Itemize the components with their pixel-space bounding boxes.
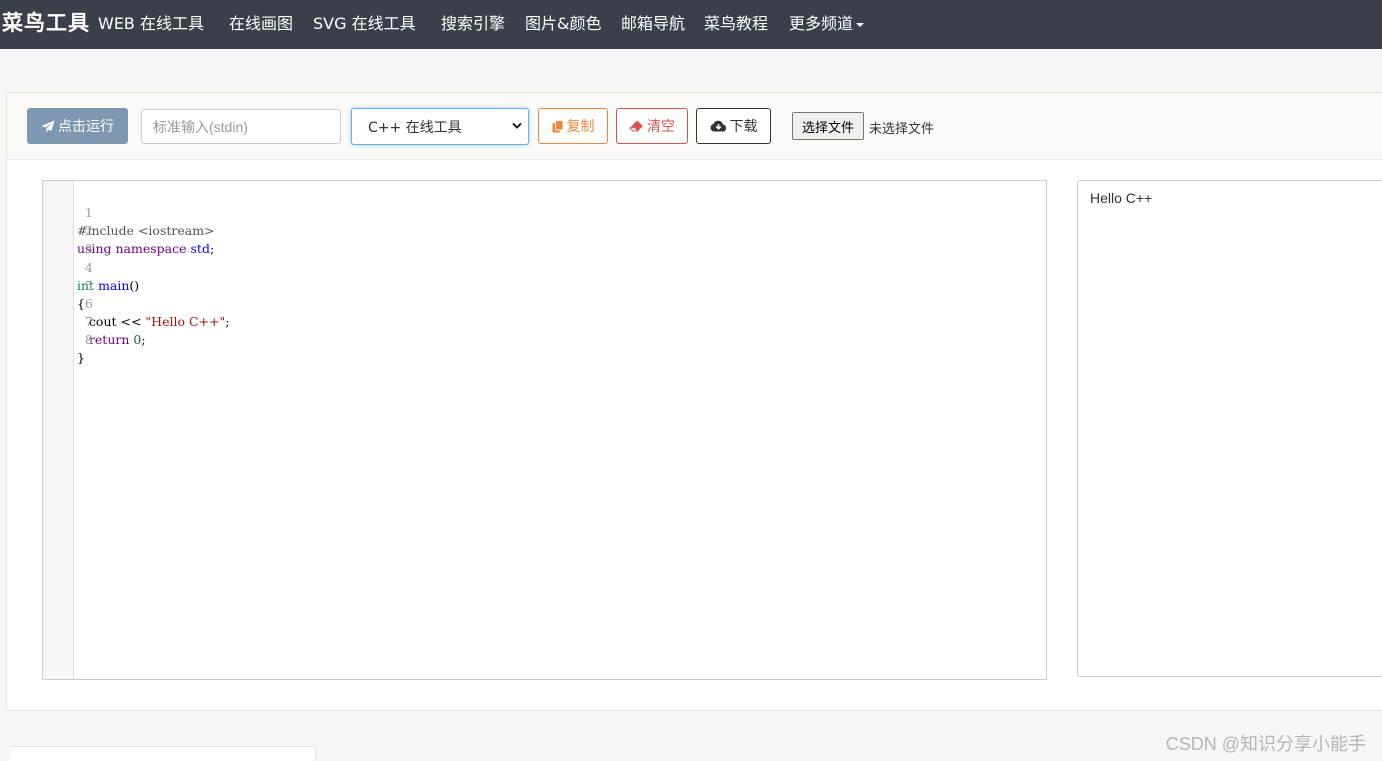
code-line: 1 #include <iostream> (43, 186, 215, 238)
cloud-download-icon (710, 120, 726, 132)
code-line: 3 (43, 222, 93, 256)
copy-button-label: 复制 (566, 119, 595, 135)
code-line: 8 } (43, 313, 93, 365)
nav-item-svg-tools[interactable]: SVG 在线工具 (313, 10, 416, 34)
run-button[interactable]: 点击运行 (27, 108, 128, 144)
chevron-down-icon (512, 122, 522, 129)
nav-item-drawing[interactable]: 在线画图 (229, 10, 293, 34)
line-number: 8 (84, 332, 93, 347)
code-line: 6 cout << "Hello C++"; (43, 277, 230, 329)
code-text: #include <iostream> (77, 223, 215, 238)
line-number: 1 (84, 205, 93, 220)
toolbar: 点击运行 C++ 在线工具 复制 清空 (7, 93, 1382, 160)
clear-button[interactable]: 清空 (616, 108, 688, 144)
top-navbar: 菜鸟工具 WEB 在线工具 在线画图 SVG 在线工具 搜索引擎 图片&颜色 邮… (0, 0, 1382, 49)
nav-item-more-channels[interactable]: 更多频道 (789, 10, 865, 34)
code-text: } (77, 350, 85, 365)
csdn-watermark: CSDN @知识分享小能手 (1165, 734, 1366, 754)
language-select[interactable]: C++ 在线工具 (351, 108, 529, 145)
line-number: 4 (84, 260, 93, 275)
code-line: 7 return 0; (43, 295, 146, 347)
code-line: 2 using namespace std; (43, 204, 214, 256)
line-number: 5 (84, 278, 93, 293)
download-button[interactable]: 下载 (696, 108, 771, 144)
site-logo[interactable]: 菜鸟工具 (2, 7, 90, 37)
runner-panel: 点击运行 C++ 在线工具 复制 清空 (6, 92, 1382, 711)
clear-button-label: 清空 (647, 119, 675, 135)
eraser-icon (629, 120, 643, 132)
nav-item-images-colors[interactable]: 图片&颜色 (525, 10, 601, 34)
code-text: cout << "Hello C++"; (77, 314, 230, 329)
code-editor[interactable]: 1 #include <iostream> 2 using namespace … (42, 180, 1047, 680)
file-status: 未选择文件 (869, 122, 935, 137)
caret-down-icon (856, 22, 865, 27)
paper-plane-icon (41, 120, 55, 132)
nav-item-web-tools[interactable]: WEB 在线工具 (98, 10, 204, 34)
copy-button[interactable]: 复制 (538, 108, 608, 144)
bottom-panel-edge (10, 746, 316, 761)
nav-item-mail-nav[interactable]: 邮箱导航 (621, 10, 685, 34)
code-text: using namespace std; (77, 241, 215, 256)
copy-icon (552, 119, 563, 132)
line-number: 6 (84, 296, 93, 311)
nav-item-search-engines[interactable]: 搜索引擎 (441, 10, 505, 34)
choose-file-button[interactable]: 选择文件 (792, 112, 864, 140)
language-select-value: C++ 在线工具 (368, 119, 462, 136)
run-button-label: 点击运行 (58, 119, 114, 135)
stdin-input[interactable] (141, 109, 341, 144)
code-line: 4 int main() (43, 241, 139, 293)
more-channels-label: 更多频道 (789, 14, 854, 33)
line-number: 7 (84, 314, 93, 329)
code-line: 5 { (43, 259, 93, 311)
line-number: 2 (84, 223, 93, 238)
output-panel: Hello C++ (1077, 180, 1382, 677)
download-button-label: 下载 (729, 119, 758, 135)
nav-item-tutorial[interactable]: 菜鸟教程 (704, 10, 768, 34)
output-text: Hello C++ (1090, 190, 1153, 206)
line-number: 3 (84, 241, 93, 256)
